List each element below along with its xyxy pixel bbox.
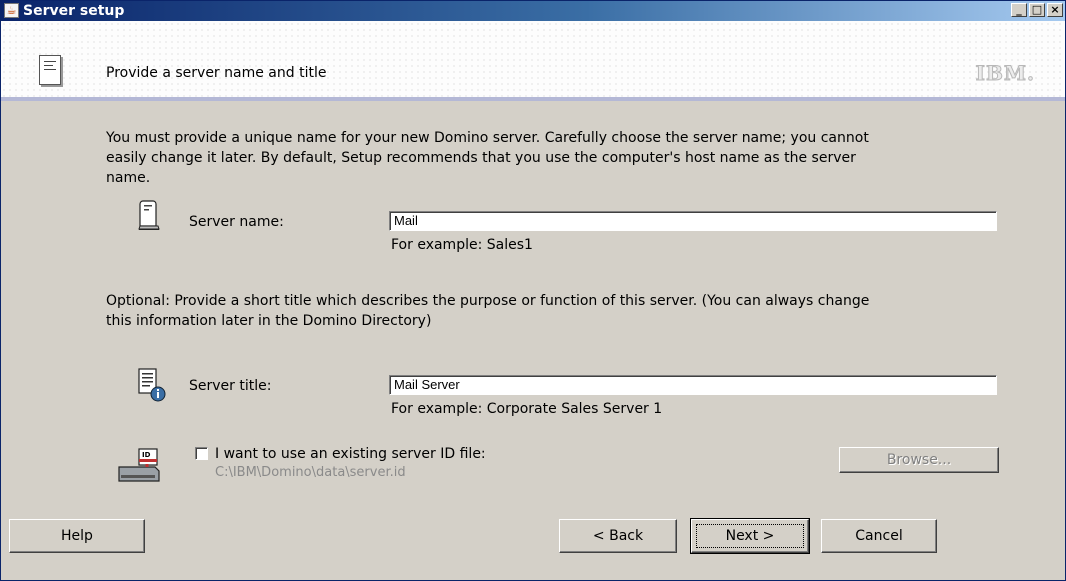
intro-line-2: easily change it later. By default, Setu… [106, 150, 856, 166]
cancel-button[interactable]: Cancel [821, 519, 937, 553]
focus-rectangle [696, 524, 804, 548]
server-name-hint: For example: Sales1 [391, 237, 533, 253]
optional-text: Optional: Provide a short title which de… [106, 291, 869, 331]
document-icon [39, 55, 61, 85]
use-existing-id-label[interactable]: I want to use an existing server ID file… [215, 444, 486, 464]
browse-button[interactable]: Browse... [839, 447, 999, 473]
use-existing-id-checkbox[interactable] [195, 447, 208, 460]
window-controls: _ □ × [1011, 3, 1063, 17]
ibm-logo: IBM. [975, 61, 1035, 86]
intro-line-1: You must provide a unique name for your … [106, 130, 869, 146]
optional-line-2: this information later in the Domino Dir… [106, 313, 432, 329]
server-title-label: Server title: [189, 378, 272, 394]
intro-line-3: name. [106, 170, 151, 186]
title-bar[interactable]: ☕ Server setup _ □ × [1, 1, 1065, 21]
document-info-icon [138, 368, 166, 402]
close-button[interactable]: × [1047, 3, 1063, 17]
back-button[interactable]: < Back [559, 519, 677, 553]
window-title: Server setup [23, 3, 125, 19]
next-button[interactable]: Next > [690, 518, 810, 554]
id-card-disk-icon: ID [118, 448, 160, 482]
help-button[interactable]: Help [9, 519, 145, 553]
id-file-path: C:\IBM\Domino\data\server.id [215, 465, 406, 480]
server-name-label: Server name: [189, 214, 284, 230]
wizard-header: Provide a server name and title IBM. [1, 21, 1065, 101]
optional-line-1: Optional: Provide a short title which de… [106, 293, 870, 309]
server-name-input[interactable]: Mail [389, 211, 997, 231]
maximize-button[interactable]: □ [1029, 3, 1045, 17]
server-title-input[interactable]: Mail Server [389, 375, 997, 395]
server-tower-icon [138, 200, 160, 230]
svg-text:ID: ID [142, 451, 151, 459]
intro-text: You must provide a unique name for your … [106, 128, 869, 188]
minimize-button[interactable]: _ [1011, 3, 1027, 17]
java-cup-icon: ☕ [4, 3, 19, 18]
server-setup-window: ☕ Server setup _ □ × Provide a server na… [0, 0, 1066, 581]
server-title-hint: For example: Corporate Sales Server 1 [391, 401, 663, 417]
page-heading: Provide a server name and title [106, 65, 327, 81]
